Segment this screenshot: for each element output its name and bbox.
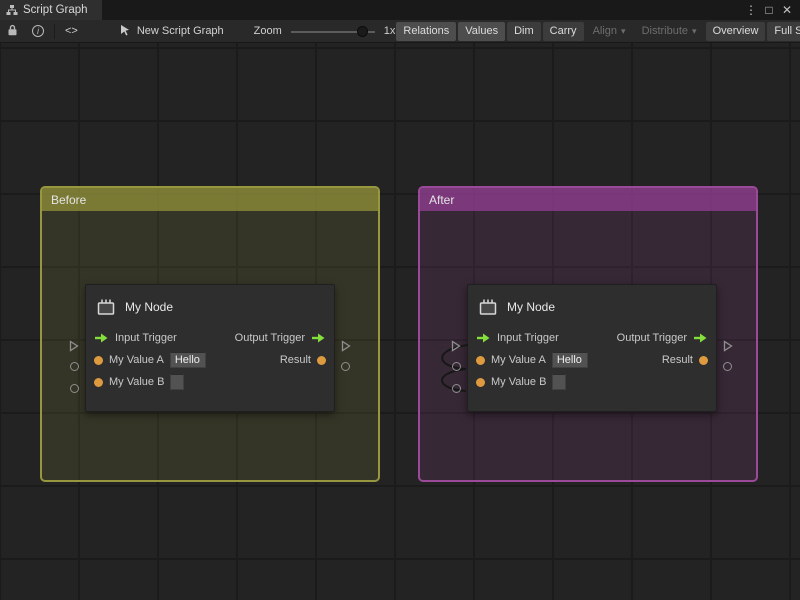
toolbar-toggles: Relations Values Dim Carry Align ▾ Distr… [395,22,800,41]
value-b-label: My Value B [109,376,164,388]
carry-toggle[interactable]: Carry [543,22,584,41]
external-value-b-port[interactable] [452,384,461,393]
script-graph-window: Script Graph ⋮ □ ✕ i <> [0,0,800,600]
value-a-input[interactable]: Hello [170,352,206,368]
info-button[interactable]: i [25,20,51,43]
graph-breadcrumb[interactable]: New Script Graph [119,24,224,39]
output-trigger-port-icon[interactable] [311,332,326,344]
output-trigger-port-icon[interactable] [693,332,708,344]
group-after[interactable]: After My Node [418,186,758,482]
graph-name-label: New Script Graph [137,25,224,37]
code-icon: <> [65,25,78,37]
info-icon: i [32,25,44,37]
graph-toolbar: i <> New Script Graph Zoom 1x Relation [0,20,800,43]
tab-bar: Script Graph ⋮ □ ✕ [0,0,800,20]
external-value-a-port[interactable] [70,362,79,371]
input-trigger-label: Input Trigger [497,332,559,344]
graph-tab-icon [6,4,18,16]
zoom-value: 1x [384,25,396,37]
zoom-control: Zoom 1x [254,20,396,43]
tab-title: Script Graph [23,4,88,16]
lock-button[interactable] [0,20,25,43]
code-view-button[interactable]: <> [58,20,85,43]
caret-down-icon: ▾ [621,27,626,36]
value-a-input[interactable]: Hello [552,352,588,368]
zoom-slider[interactable] [291,20,375,43]
value-a-port-icon[interactable] [476,356,485,365]
output-trigger-label: Output Trigger [235,332,305,344]
node-header[interactable]: My Node [86,285,334,327]
window-menu-icon[interactable]: ⋮ [743,0,759,20]
input-trigger-label: Input Trigger [115,332,177,344]
value-b-label: My Value B [491,376,546,388]
pointer-icon [119,24,131,39]
unit-icon [96,298,116,316]
value-b-port-icon[interactable] [94,378,103,387]
value-b-port-row: My Value B [86,371,334,393]
external-result-port[interactable] [723,362,732,371]
result-label: Result [280,354,311,366]
input-trigger-port-icon[interactable] [94,332,109,344]
group-before-header[interactable]: Before [42,188,378,211]
result-port-icon[interactable] [699,356,708,365]
values-toggle[interactable]: Values [458,22,505,41]
lock-icon [7,24,18,39]
node-header[interactable]: My Node [468,285,716,327]
caret-down-icon: ▾ [692,27,697,36]
value-a-port-row: My Value A Hello Result [86,349,334,371]
value-b-port-row: My Value B [468,371,716,393]
align-dropdown[interactable]: Align ▾ [586,22,633,41]
value-a-label: My Value A [109,354,164,366]
input-trigger-port-icon[interactable] [476,332,491,344]
external-value-a-port[interactable] [452,362,461,371]
value-b-input[interactable] [552,374,566,390]
overview-button[interactable]: Overview [706,22,766,41]
external-input-trigger-port[interactable] [69,339,79,357]
node-title: My Node [125,300,173,314]
external-value-b-port[interactable] [70,384,79,393]
value-a-label: My Value A [491,354,546,366]
value-a-port-icon[interactable] [94,356,103,365]
output-trigger-label: Output Trigger [617,332,687,344]
zoom-slider-thumb[interactable] [357,26,368,37]
value-a-port-row: My Value A Hello Result [468,349,716,371]
node-my-node-before[interactable]: My Node Input Trigger Output Trigg [85,284,335,412]
group-after-header[interactable]: After [420,188,756,211]
external-result-port[interactable] [341,362,350,371]
trigger-port-row: Input Trigger Output Trigger [468,327,716,349]
group-after-title: After [429,193,454,207]
node-my-node-after[interactable]: My Node Input Trigger Output Trigg [467,284,717,412]
distribute-dropdown[interactable]: Distribute ▾ [635,22,704,41]
value-b-input[interactable] [170,374,184,390]
graph-canvas[interactable]: Before My Node [0,43,800,600]
window-controls: ⋮ □ ✕ [743,0,800,20]
result-port-icon[interactable] [317,356,326,365]
external-output-trigger-port[interactable] [723,339,733,357]
result-label: Result [662,354,693,366]
fullscreen-button[interactable]: Full Scr [767,22,800,41]
zoom-label: Zoom [254,25,282,37]
maximize-icon[interactable]: □ [761,0,777,20]
node-title: My Node [507,300,555,314]
toolbar-separator [54,24,55,39]
close-icon[interactable]: ✕ [779,0,795,20]
dim-toggle[interactable]: Dim [507,22,541,41]
external-output-trigger-port[interactable] [341,339,351,357]
relations-toggle[interactable]: Relations [396,22,456,41]
external-input-trigger-port[interactable] [451,339,461,357]
group-before-title: Before [51,193,86,207]
group-before[interactable]: Before My Node [40,186,380,482]
tab-script-graph[interactable]: Script Graph [0,0,102,20]
value-b-port-icon[interactable] [476,378,485,387]
trigger-port-row: Input Trigger Output Trigger [86,327,334,349]
unit-icon [478,298,498,316]
